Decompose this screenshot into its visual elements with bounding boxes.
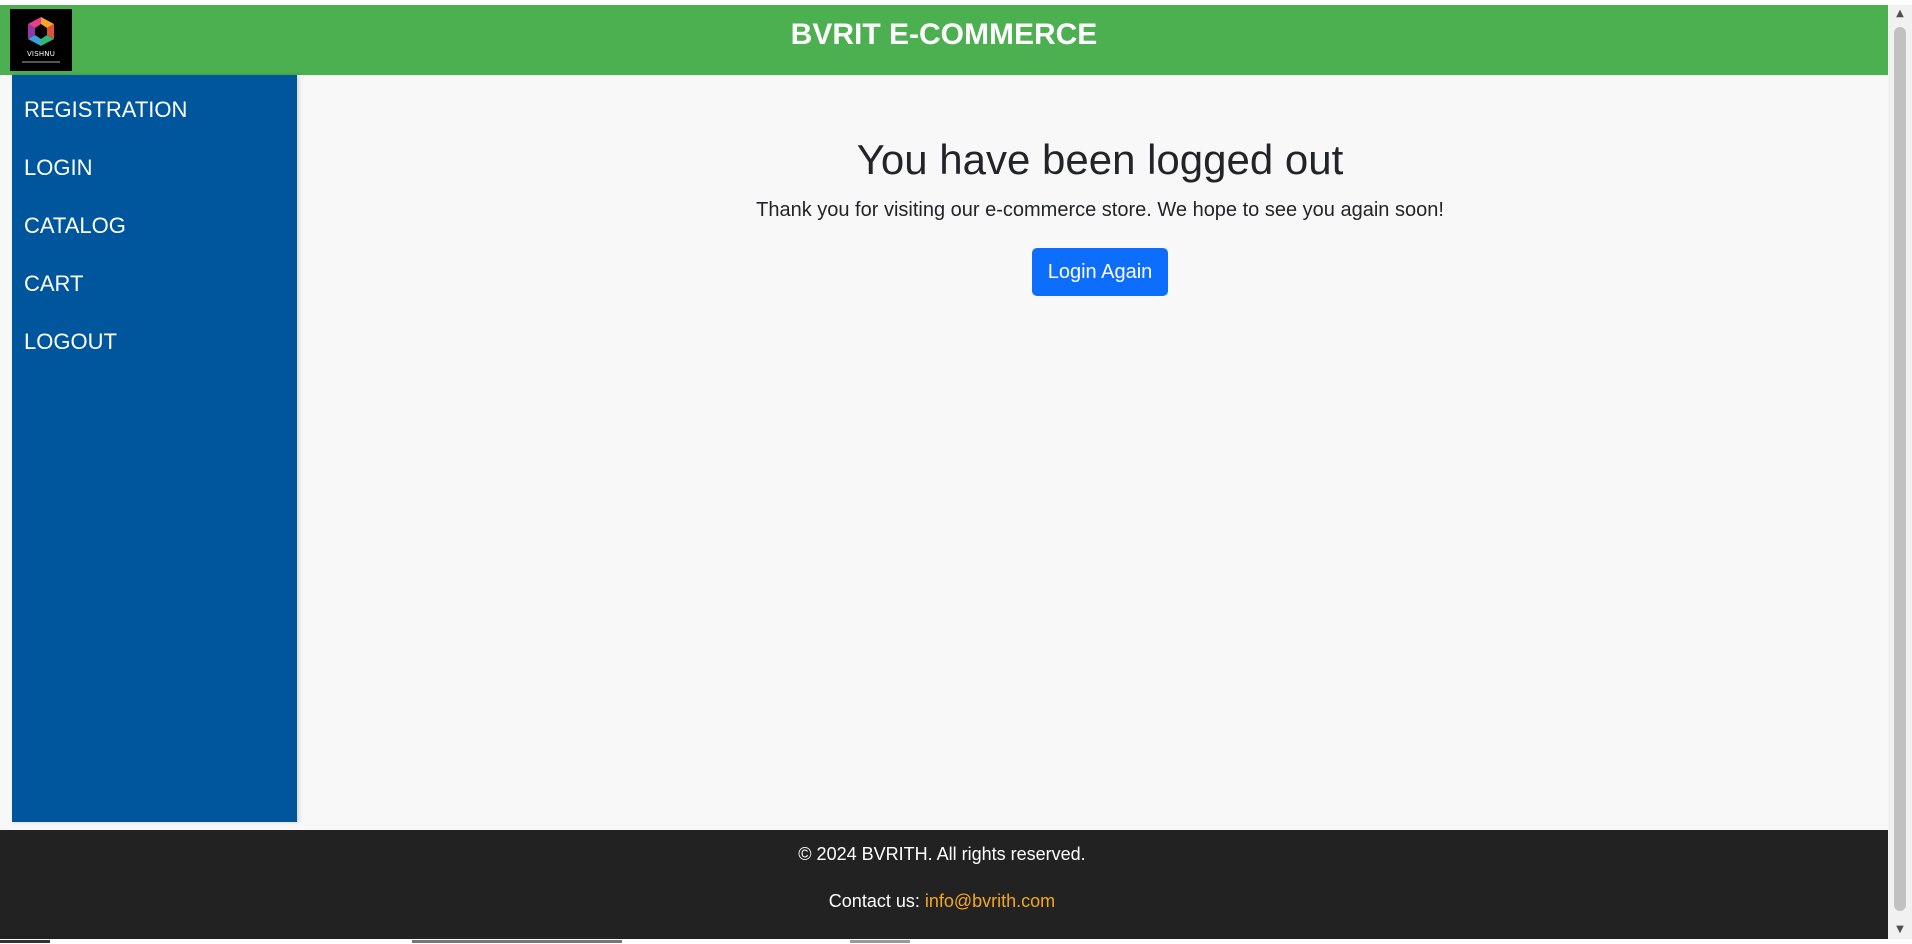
sidebar-item-cart[interactable]: CART (24, 266, 84, 302)
bottom-edge-segment (0, 940, 50, 943)
sidebar-item-registration[interactable]: REGISTRATION (24, 92, 187, 128)
contact-line: Contact us: info@bvrith.com (0, 891, 1884, 912)
header-bar: VISHNU BVRIT E-COMMERCE (0, 5, 1888, 75)
bottom-edge-segment (412, 940, 622, 943)
page: VISHNU BVRIT E-COMMERCE REGISTRATION LOG… (0, 5, 1888, 939)
bottom-edge-segment (850, 940, 910, 943)
vertical-scrollbar[interactable]: ▲ ▼ (1888, 5, 1912, 939)
contact-email-link[interactable]: info@bvrith.com (925, 891, 1055, 911)
sidebar: REGISTRATION LOGIN CATALOG CART LOGOUT (12, 75, 297, 822)
scroll-up-icon[interactable]: ▲ (1888, 5, 1912, 23)
bottom-edge (0, 939, 1912, 944)
sidebar-item-login[interactable]: LOGIN (24, 150, 92, 186)
login-again-button[interactable]: Login Again (1032, 248, 1168, 296)
page-title: You have been logged out (856, 136, 1344, 183)
site-title: BVRIT E-COMMERCE (790, 18, 1098, 51)
sidebar-item-logout[interactable]: LOGOUT (24, 324, 117, 360)
scroll-down-icon[interactable]: ▼ (1888, 921, 1912, 939)
copyright-text: © 2024 BVRITH. All rights reserved. (798, 844, 1086, 864)
footer: © 2024 BVRITH. All rights reserved. Cont… (0, 830, 1888, 939)
main-content: You have been logged out Thank you for v… (300, 75, 1888, 825)
scrollbar-thumb[interactable] (1894, 27, 1906, 911)
contact-label: Contact us: (828, 891, 920, 911)
sidebar-item-catalog[interactable]: CATALOG (24, 208, 126, 244)
logout-message: Thank you for visiting our e-commerce st… (756, 199, 1444, 221)
